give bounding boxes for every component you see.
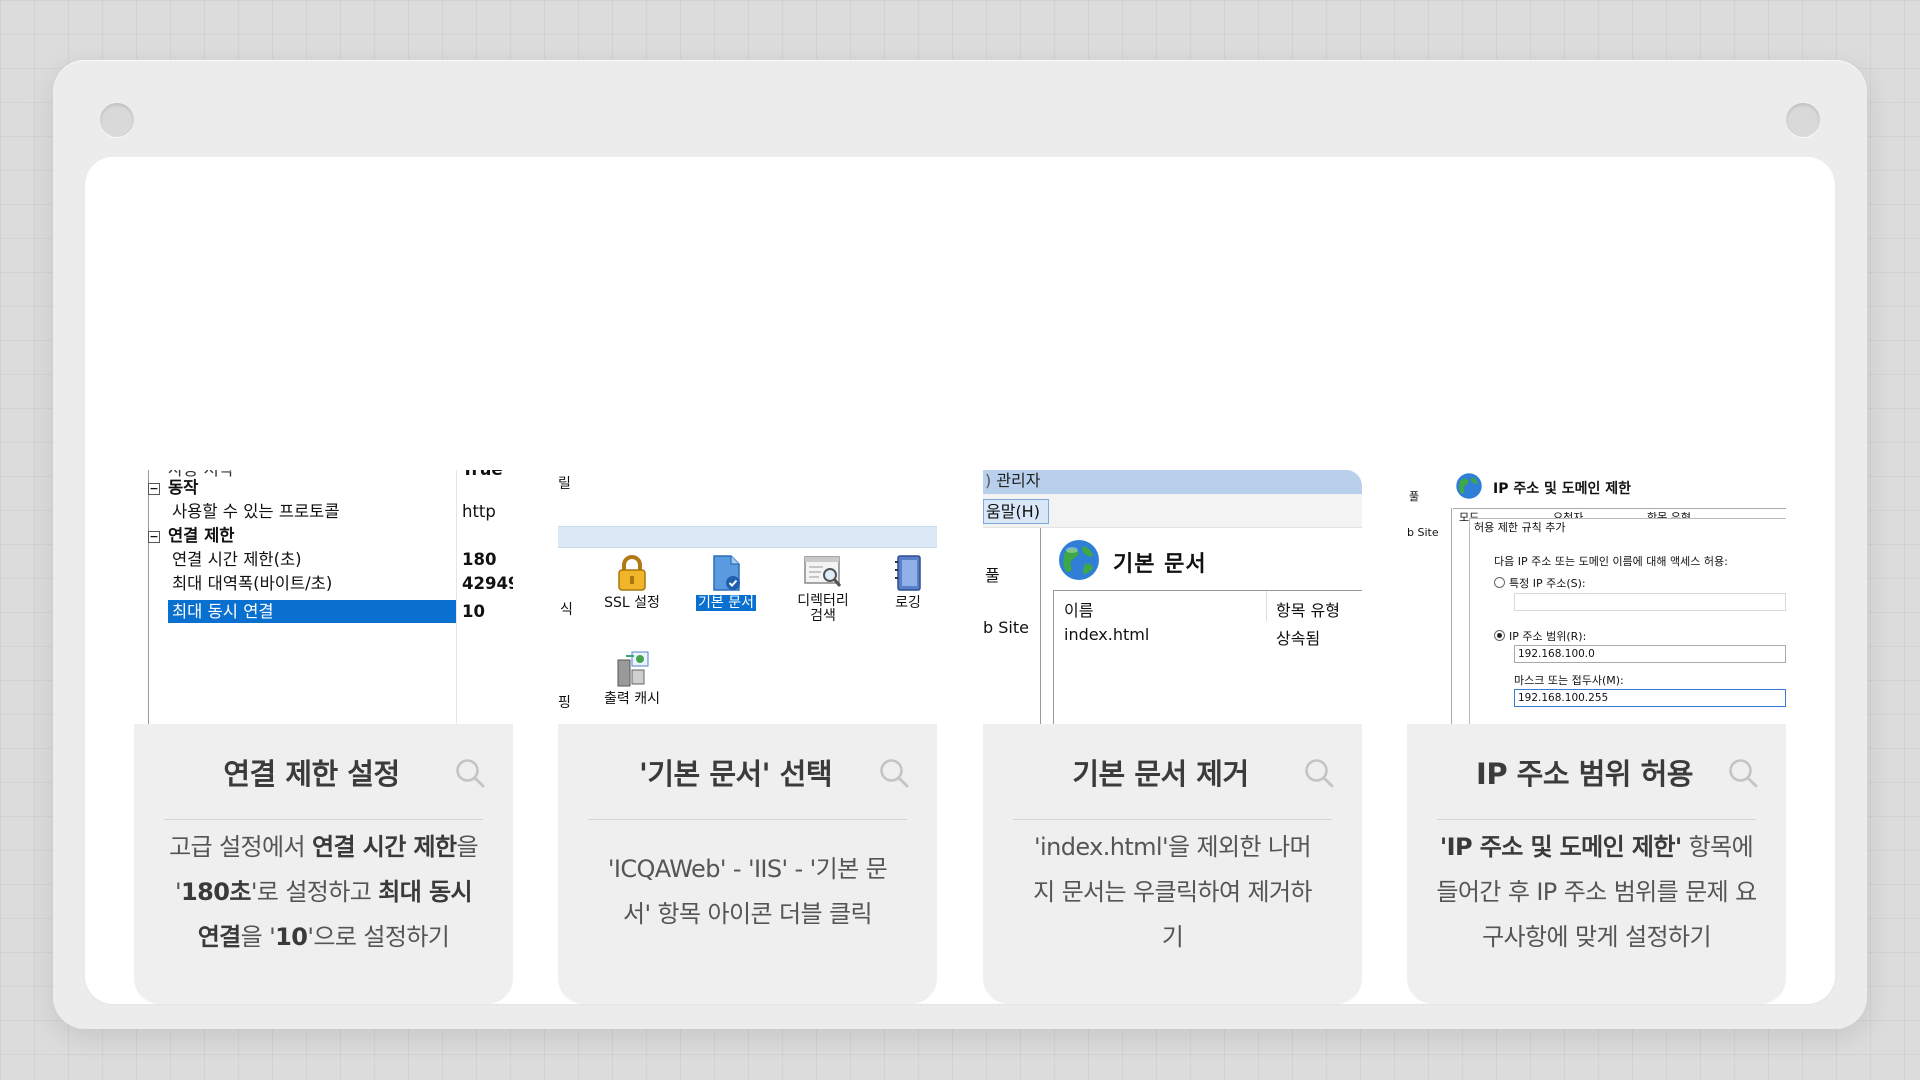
row-name[interactable]: index.html: [1064, 625, 1149, 644]
radio-icon: [1494, 577, 1505, 588]
collapse-icon[interactable]: −: [148, 483, 160, 495]
row-type[interactable]: 상속됨: [1276, 625, 1320, 649]
card-description: 'index.html'을 제외한 나머지 문서는 우클릭하여 제거하기: [1011, 820, 1334, 964]
card-description: 'IP 주소 및 도메인 제한' 항목에 들어간 후 IP 주소 범위를 문제 …: [1435, 820, 1758, 964]
description-highlight: 180초: [181, 877, 251, 906]
screw-right: [1786, 103, 1820, 137]
card-default-document-remove: ) 관리자 움말(H) 풀 b Site 기본 문서 이름 항목 유형 inde…: [983, 470, 1362, 1004]
screenshot-iis-features: 릴 식 핑 SSL 설정 기본 문서 디렉터리 검색 로깅 출력 캐시: [558, 470, 937, 724]
prop-protocols-label[interactable]: 사용할 수 있는 프로토콜: [172, 500, 340, 523]
specific-ip-input[interactable]: [1514, 593, 1786, 611]
tree-item-pool[interactable]: 풀: [1409, 488, 1419, 504]
description-segment: 'index.html'을 제외한 나머지 문서는 우클릭하여 제거하기: [1033, 832, 1312, 951]
collapse-icon[interactable]: −: [148, 531, 160, 543]
feature-ssl[interactable]: SSL 설정: [594, 554, 670, 611]
prop-timeout-label[interactable]: 연결 시간 제한(초): [172, 548, 302, 571]
screenshot-default-document: ) 관리자 움말(H) 풀 b Site 기본 문서 이름 항목 유형 inde…: [983, 470, 1362, 724]
directory-browse-icon: [804, 556, 842, 587]
description-highlight: 'IP 주소 및 도메인 제한': [1439, 832, 1682, 861]
feature-logging[interactable]: 로깅: [880, 554, 936, 611]
card-description: 'ICQAWeb' - 'IIS' - '기본 문서' 항목 아이콘 더블 클릭: [586, 820, 909, 964]
tree-item-pool[interactable]: 풀: [985, 562, 1000, 586]
feature-directory-browse[interactable]: 디렉터리 검색: [780, 554, 866, 624]
col-name[interactable]: 이름: [1064, 597, 1093, 621]
mask-input[interactable]: 192.168.100.255: [1514, 689, 1786, 707]
output-cache-icon: [617, 651, 649, 687]
ip-range-input[interactable]: 192.168.100.0: [1514, 645, 1786, 663]
tree-item-site[interactable]: b Site: [983, 618, 1029, 637]
globe-icon: [1059, 540, 1099, 580]
tree-item-site[interactable]: b Site: [1407, 526, 1439, 539]
col-type[interactable]: 항목 유형: [1276, 597, 1340, 621]
edge-text: 식: [560, 602, 573, 618]
card-ip-range: IP 주소 및 도메인 제한 풀 b Site 모드 요청자 항목 유형 허용 …: [1407, 470, 1786, 1004]
screenshot-advanced-settings: 사용 저작 True −동작 사용할 수 있는 프로토콜 http −연결 제한…: [134, 470, 513, 724]
feature-output-cache[interactable]: 출력 캐시: [594, 650, 670, 707]
description-segment: '으로 설정하기: [307, 922, 450, 951]
card-description: 고급 설정에서 연결 시간 제한을 '180초'로 설정하고 최대 동시 연결을…: [162, 820, 485, 964]
cut-row-value: True: [462, 470, 503, 481]
prop-bandwidth-label[interactable]: 최대 대역폭(바이트/초): [172, 572, 332, 595]
card-connection-limits: 사용 저작 True −동작 사용할 수 있는 프로토콜 http −연결 제한…: [134, 470, 513, 1004]
edge-text: 릴: [558, 476, 571, 492]
feature-header: 기본 문서: [1113, 552, 1207, 577]
prop-maxconn-value[interactable]: 10: [462, 600, 485, 623]
prop-bandwidth-value[interactable]: 42949: [462, 572, 513, 595]
menu-bar: 움말(H): [983, 494, 1362, 528]
description-highlight: 10: [275, 922, 308, 951]
toolbar-strip: [558, 526, 937, 548]
feature-header: IP 주소 및 도메인 제한: [1493, 481, 1632, 497]
description-text: 'IP 주소 및 도메인 제한' 항목에 들어간 후 IP 주소 범위를 문제 …: [1435, 825, 1758, 960]
document-list: 이름 항목 유형 index.html 상속됨: [1053, 590, 1362, 724]
screenshot-ip-restrictions: IP 주소 및 도메인 제한 풀 b Site 모드 요청자 항목 유형 허용 …: [1407, 470, 1786, 724]
dialog-title: 허용 제한 규칙 추가: [1474, 521, 1566, 534]
description-text: 'ICQAWeb' - 'IIS' - '기본 문서' 항목 아이콘 더블 클릭: [600, 847, 895, 937]
card-default-document-select: 릴 식 핑 SSL 설정 기본 문서 디렉터리 검색 로깅 출력 캐시 '기본 …: [558, 470, 937, 1004]
radio-specific-ip[interactable]: 특정 IP 주소(S):: [1494, 575, 1586, 591]
description-segment: '로 설정하고: [250, 877, 379, 906]
search-icon[interactable]: [1304, 758, 1334, 788]
screw-left: [100, 103, 134, 137]
card-info: 연결 제한 설정 고급 설정에서 연결 시간 제한을 '180초'로 설정하고 …: [134, 724, 513, 1004]
document-icon: [713, 555, 740, 591]
section-behavior[interactable]: − 동작: [148, 476, 198, 499]
menu-help[interactable]: 움말(H): [983, 499, 1049, 524]
globe-icon: [1456, 473, 1482, 499]
search-icon[interactable]: [1728, 758, 1758, 788]
description-segment: 을 ': [240, 922, 276, 951]
section-connection-limits[interactable]: − 연결 제한: [148, 524, 234, 547]
mask-label: 마스크 또는 접두사(M):: [1514, 674, 1624, 687]
radio-selected-icon: [1494, 630, 1505, 641]
card-title: 연결 제한 설정: [164, 724, 483, 820]
window-titlebar: ) 관리자: [983, 470, 1362, 494]
card-title: IP 주소 범위 허용: [1437, 724, 1756, 820]
search-icon[interactable]: [455, 758, 485, 788]
device-frame: 사용 저작 True −동작 사용할 수 있는 프로토콜 http −연결 제한…: [53, 60, 1867, 1029]
card-info: IP 주소 범위 허용 'IP 주소 및 도메인 제한' 항목에 들어간 후 I…: [1407, 724, 1786, 1004]
prop-timeout-value[interactable]: 180: [462, 548, 496, 571]
description-highlight: 연결 시간 제한: [312, 832, 457, 861]
description-text: 'index.html'을 제외한 나머지 문서는 우클릭하여 제거하기: [1029, 825, 1316, 960]
card-title: 기본 문서 제거: [1013, 724, 1332, 820]
add-allow-rule-dialog: 허용 제한 규칙 추가 다음 IP 주소 또는 도메인 이름에 대해 액세스 허…: [1469, 518, 1786, 724]
logging-icon: [895, 555, 921, 591]
search-icon[interactable]: [879, 758, 909, 788]
prop-protocols-value[interactable]: http: [462, 500, 496, 523]
card-info: '기본 문서' 선택 'ICQAWeb' - 'IIS' - '기본 문서' 항…: [558, 724, 937, 1004]
feature-default-document[interactable]: 기본 문서: [688, 554, 764, 611]
edge-text: 핑: [558, 695, 571, 711]
prop-maxconn-label[interactable]: 최대 동시 연결: [168, 600, 456, 623]
dialog-instruction: 다음 IP 주소 또는 도메인 이름에 대해 액세스 허용:: [1494, 555, 1728, 568]
radio-ip-range[interactable]: IP 주소 범위(R):: [1494, 628, 1586, 644]
card-title: '기본 문서' 선택: [588, 724, 907, 820]
description-segment: 'ICQAWeb' - 'IIS' - '기본 문서' 항목 아이콘 더블 클릭: [607, 855, 888, 928]
description-text: 고급 설정에서 연결 시간 제한을 '180초'로 설정하고 최대 동시 연결을…: [162, 825, 485, 960]
description-segment: 고급 설정에서: [169, 832, 313, 861]
card-info: 기본 문서 제거 'index.html'을 제외한 나머지 문서는 우클릭하여…: [983, 724, 1362, 1004]
content-panel: 사용 저작 True −동작 사용할 수 있는 프로토콜 http −연결 제한…: [85, 157, 1835, 1004]
lock-icon: [618, 555, 646, 591]
